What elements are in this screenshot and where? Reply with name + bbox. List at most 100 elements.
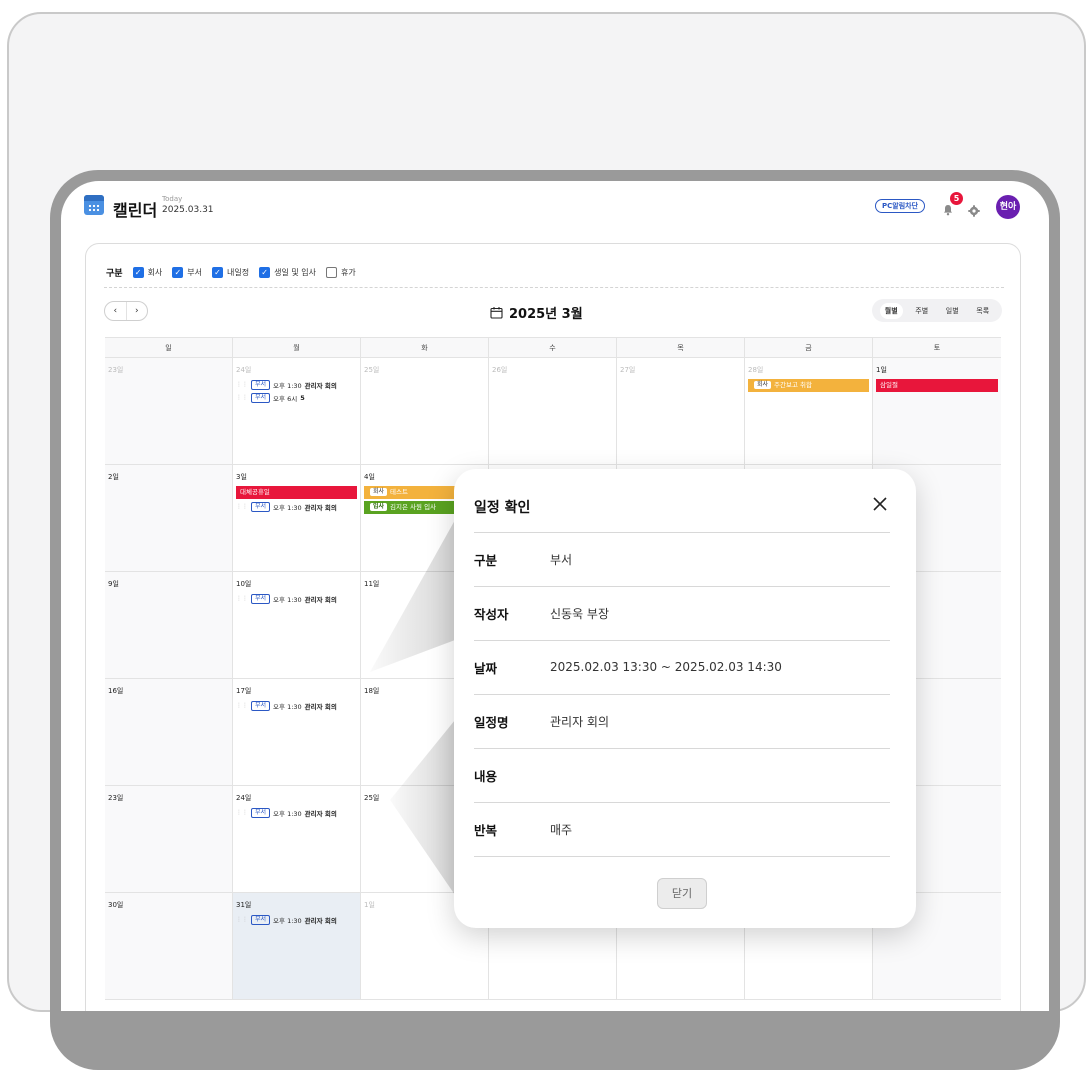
event-time: 오후 1:30: [273, 702, 302, 711]
day-number: 25일: [364, 366, 380, 374]
modal-detail-row: 반복 매주: [474, 802, 890, 856]
day-number: 27일: [620, 366, 636, 374]
detail-label: 구분: [474, 552, 498, 568]
event-category-tag: 입사: [370, 503, 388, 511]
avatar[interactable]: 현아: [996, 195, 1020, 219]
month-title: 2025년 3월: [490, 303, 583, 322]
event-bar[interactable]: 회사 주간보고 취합: [748, 379, 869, 392]
event-category-tag: 부서: [251, 501, 271, 512]
next-month-button[interactable]: ›: [125, 302, 148, 320]
event-category-tag: 회사: [754, 381, 772, 389]
weekday-label: 수: [489, 338, 617, 359]
filter-vacation[interactable]: 휴가: [326, 266, 356, 278]
event-item[interactable]: ⋮⋮ 부서 오후 1:30 관리자 회의: [236, 593, 357, 604]
calendar-day-cell[interactable]: 27일: [617, 358, 745, 464]
today-label: Today: [162, 195, 183, 203]
calendar-day-cell[interactable]: 23일: [105, 358, 233, 464]
weekday-label: 월: [233, 338, 361, 359]
calendar-day-cell[interactable]: 25일: [361, 358, 489, 464]
calendar-day-cell[interactable]: 17일 ⋮⋮ 부서 오후 1:30 관리자 회의: [233, 679, 361, 785]
weekday-label: 목: [617, 338, 745, 359]
app-header: 캘린더 Today 2025.03.31 PC알림차단 5 현아: [61, 181, 1049, 241]
event-item[interactable]: ⋮⋮ 부서 오후 1:30 관리자 회의: [236, 807, 357, 818]
checkbox-checked-icon[interactable]: ✓: [212, 266, 224, 278]
drag-handle-icon[interactable]: ⋮⋮: [236, 702, 248, 709]
event-category-tag: 부서: [251, 593, 271, 604]
drag-handle-icon[interactable]: ⋮⋮: [236, 916, 248, 923]
event-title: 주간보고 취합: [774, 381, 812, 389]
event-item[interactable]: ⋮⋮ 부서 오후 1:30 관리자 회의: [236, 914, 357, 925]
view-list-tab[interactable]: 목록: [971, 303, 994, 319]
notification-badge: 5: [950, 192, 963, 205]
view-week-tab[interactable]: 주별: [910, 303, 933, 319]
event-item[interactable]: ⋮⋮ 부서 오후 1:30 관리자 회의: [236, 700, 357, 711]
event-time: 오후 1:30: [273, 503, 302, 512]
checkbox-checked-icon[interactable]: ✓: [259, 266, 271, 278]
event-title: 관리자 회의: [304, 916, 337, 925]
calendar-day-cell[interactable]: 28일 회사 주간보고 취합: [745, 358, 873, 464]
event-title: 테스트: [390, 488, 408, 496]
event-time: 오후 1:30: [273, 381, 302, 390]
calendar-day-cell[interactable]: 9일: [105, 572, 233, 678]
detail-label: 작성자: [474, 606, 509, 622]
drag-handle-icon[interactable]: ⋮⋮: [236, 394, 248, 401]
close-icon[interactable]: [872, 496, 888, 512]
modal-detail-row: 작성자 신동욱 부장: [474, 586, 890, 640]
filter-label: 구분: [106, 268, 123, 279]
calendar-day-cell[interactable]: 30일: [105, 893, 233, 999]
calendar-day-cell[interactable]: 3일 대체공휴일 ⋮⋮ 부서 오후 1:30 관리자 회의: [233, 465, 361, 571]
calendar-icon: [490, 307, 503, 319]
calendar-day-cell[interactable]: 26일: [489, 358, 617, 464]
event-category-tag: 부서: [251, 807, 271, 818]
checkbox-checked-icon[interactable]: ✓: [172, 266, 184, 278]
event-time: 오후 1:30: [273, 595, 302, 604]
day-number: 23일: [108, 366, 124, 374]
calendar-day-cell[interactable]: 2일: [105, 465, 233, 571]
event-title: 관리자 회의: [304, 503, 337, 512]
calendar-day-cell[interactable]: 10일 ⋮⋮ 부서 오후 1:30 관리자 회의: [233, 572, 361, 678]
drag-handle-icon[interactable]: ⋮⋮: [236, 381, 248, 388]
day-number: 31일: [236, 901, 252, 909]
category-filters: 구분 ✓ 회사 ✓ 부서 ✓ 내일정 ✓ 생일 및 입사 휴가: [106, 264, 360, 280]
view-month-tab[interactable]: 월별: [879, 302, 903, 319]
calendar-day-cell[interactable]: 23일: [105, 786, 233, 892]
day-number: 17일: [236, 687, 252, 695]
event-item[interactable]: ⋮⋮ 부서 오후 1:30 관리자 회의: [236, 379, 357, 390]
event-item[interactable]: ⋮⋮ 부서 오후 6시 5: [236, 392, 357, 403]
gear-icon[interactable]: [968, 202, 980, 217]
calendar-day-cell[interactable]: 31일 ⋮⋮ 부서 오후 1:30 관리자 회의: [233, 893, 361, 999]
checkbox-checked-icon[interactable]: ✓: [132, 266, 144, 278]
calendar-logo-icon: [84, 195, 104, 215]
day-number: 10일: [236, 580, 252, 588]
drag-handle-icon[interactable]: ⋮⋮: [236, 595, 248, 602]
checkbox-unchecked-icon[interactable]: [326, 266, 338, 278]
filter-company[interactable]: ✓ 회사: [132, 266, 162, 278]
view-switcher: 월별 주별 일별 목록: [872, 299, 1002, 322]
event-bar[interactable]: 삼일절: [876, 379, 998, 392]
modal-detail-row: 구분 부서: [474, 532, 890, 586]
day-number: 1일: [876, 366, 887, 374]
event-item[interactable]: ⋮⋮ 부서 오후 1:30 관리자 회의: [236, 501, 357, 512]
drag-handle-icon[interactable]: ⋮⋮: [236, 503, 248, 510]
drag-handle-icon[interactable]: ⋮⋮: [236, 809, 248, 816]
app-title: 캘린더: [113, 201, 158, 220]
detail-value: 부서: [550, 552, 573, 567]
filter-department[interactable]: ✓ 부서: [172, 266, 202, 278]
calendar-day-cell[interactable]: 24일 ⋮⋮ 부서 오후 1:30 관리자 회의: [233, 786, 361, 892]
calendar-day-cell[interactable]: 1일삼일절: [873, 358, 1001, 464]
weekday-label: 금: [745, 338, 873, 359]
filter-birthday-joining[interactable]: ✓ 생일 및 입사: [259, 266, 316, 278]
today-date: 2025.03.31: [162, 205, 214, 215]
close-button[interactable]: 닫기: [657, 878, 707, 909]
event-category-tag: 부서: [251, 379, 271, 390]
filter-my-schedule[interactable]: ✓ 내일정: [212, 266, 249, 278]
day-number: 26일: [492, 366, 508, 374]
event-bar[interactable]: 대체공휴일: [236, 486, 357, 499]
calendar-day-cell[interactable]: 16일: [105, 679, 233, 785]
event-title: 삼일절: [880, 381, 898, 389]
pc-notification-block-button[interactable]: PC알림차단: [875, 199, 926, 213]
view-day-tab[interactable]: 일별: [941, 303, 964, 319]
prev-month-button[interactable]: ‹: [105, 302, 126, 320]
calendar-day-cell[interactable]: 24일 ⋮⋮ 부서 오후 1:30 관리자 회의 ⋮⋮ 부서 오후 6시 5: [233, 358, 361, 464]
detail-value: 매주: [550, 822, 573, 837]
